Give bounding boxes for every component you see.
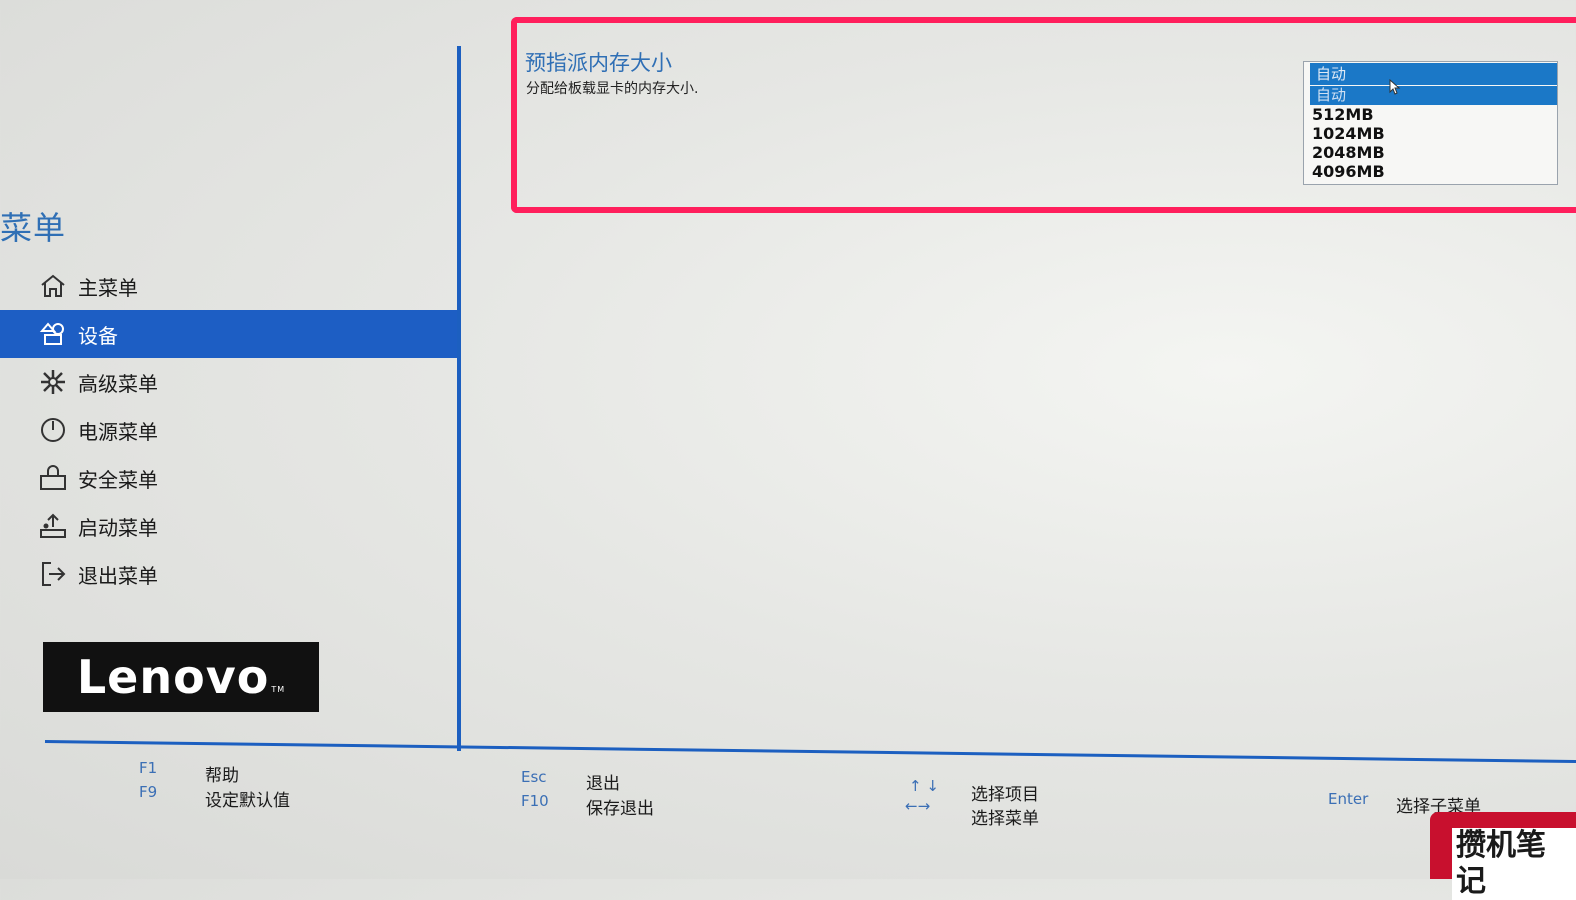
boot-icon [36, 509, 70, 543]
security-icon [36, 461, 70, 495]
sidebar-item-advanced[interactable]: 高级菜单 [0, 358, 461, 406]
dropdown-option-1024mb[interactable]: 1024MB [1310, 124, 1557, 143]
setting-title: 预指派内存大小 [525, 51, 672, 75]
memory-size-dropdown[interactable]: 自动 自动 512MB 1024MB 2048MB 4096MB [1303, 61, 1558, 185]
exit-icon [36, 557, 70, 591]
f1-label: 帮助 [205, 766, 239, 786]
dropdown-option-2048mb[interactable]: 2048MB [1310, 143, 1557, 162]
f10-key: F10 [521, 792, 549, 810]
sidebar-nav: 主菜单 设备 高级菜单 电源菜单 安全菜单 启动菜单 退出菜单 [0, 262, 461, 598]
sidebar-item-label: 安全菜单 [78, 467, 158, 492]
up-down-arrows-icon: ↑ ↓ [909, 777, 939, 795]
advanced-icon [36, 365, 70, 399]
sidebar-item-security[interactable]: 安全菜单 [0, 454, 461, 502]
dropdown-option-list: 自动 512MB 1024MB 2048MB 4096MB [1310, 86, 1557, 181]
footer-divider [44, 740, 1576, 764]
sidebar-item-label: 启动菜单 [78, 515, 158, 540]
power-icon [36, 413, 70, 447]
devices-icon [36, 317, 70, 351]
f9-key: F9 [139, 783, 158, 801]
setting-description: 分配给板载显卡的内存大小. [526, 81, 699, 97]
f9-label: 设定默认值 [205, 791, 290, 811]
dropdown-option-512mb[interactable]: 512MB [1310, 105, 1557, 124]
f1-key: F1 [139, 759, 158, 777]
sidebar-item-label: 设备 [78, 323, 118, 348]
sidebar-item-label: 电源菜单 [78, 419, 158, 444]
sidebar-item-label: 主菜单 [78, 275, 138, 300]
sidebar-item-label: 退出菜单 [78, 563, 158, 588]
left-right-arrows-icon: ←→ [905, 797, 931, 815]
dropdown-option-auto[interactable]: 自动 [1310, 86, 1557, 105]
dropdown-option-4096mb[interactable]: 4096MB [1310, 162, 1557, 181]
menu-heading: 菜单 [0, 209, 67, 247]
sidebar-item-boot[interactable]: 启动菜单 [0, 502, 461, 550]
f10-label: 保存退出 [586, 799, 654, 819]
leftright-label: 选择菜单 [971, 809, 1039, 829]
lenovo-logo: Lenovo TM [43, 642, 319, 712]
esc-label: 退出 [586, 774, 620, 794]
home-icon [36, 269, 70, 303]
esc-key: Esc [521, 768, 547, 786]
sidebar-item-power[interactable]: 电源菜单 [0, 406, 461, 454]
dropdown-current-value[interactable]: 自动 [1310, 63, 1557, 85]
sidebar-item-exit[interactable]: 退出菜单 [0, 550, 461, 598]
sidebar-divider [457, 46, 461, 751]
sidebar-item-main[interactable]: 主菜单 [0, 262, 461, 310]
enter-key: Enter [1328, 790, 1369, 808]
sidebar-item-label: 高级菜单 [78, 371, 158, 396]
updown-label: 选择项目 [971, 785, 1039, 805]
sidebar-item-devices[interactable]: 设备 [0, 310, 461, 358]
watermark-url: www.cuanjibiji.com [1500, 864, 1576, 873]
mouse-cursor-icon [1389, 79, 1401, 95]
